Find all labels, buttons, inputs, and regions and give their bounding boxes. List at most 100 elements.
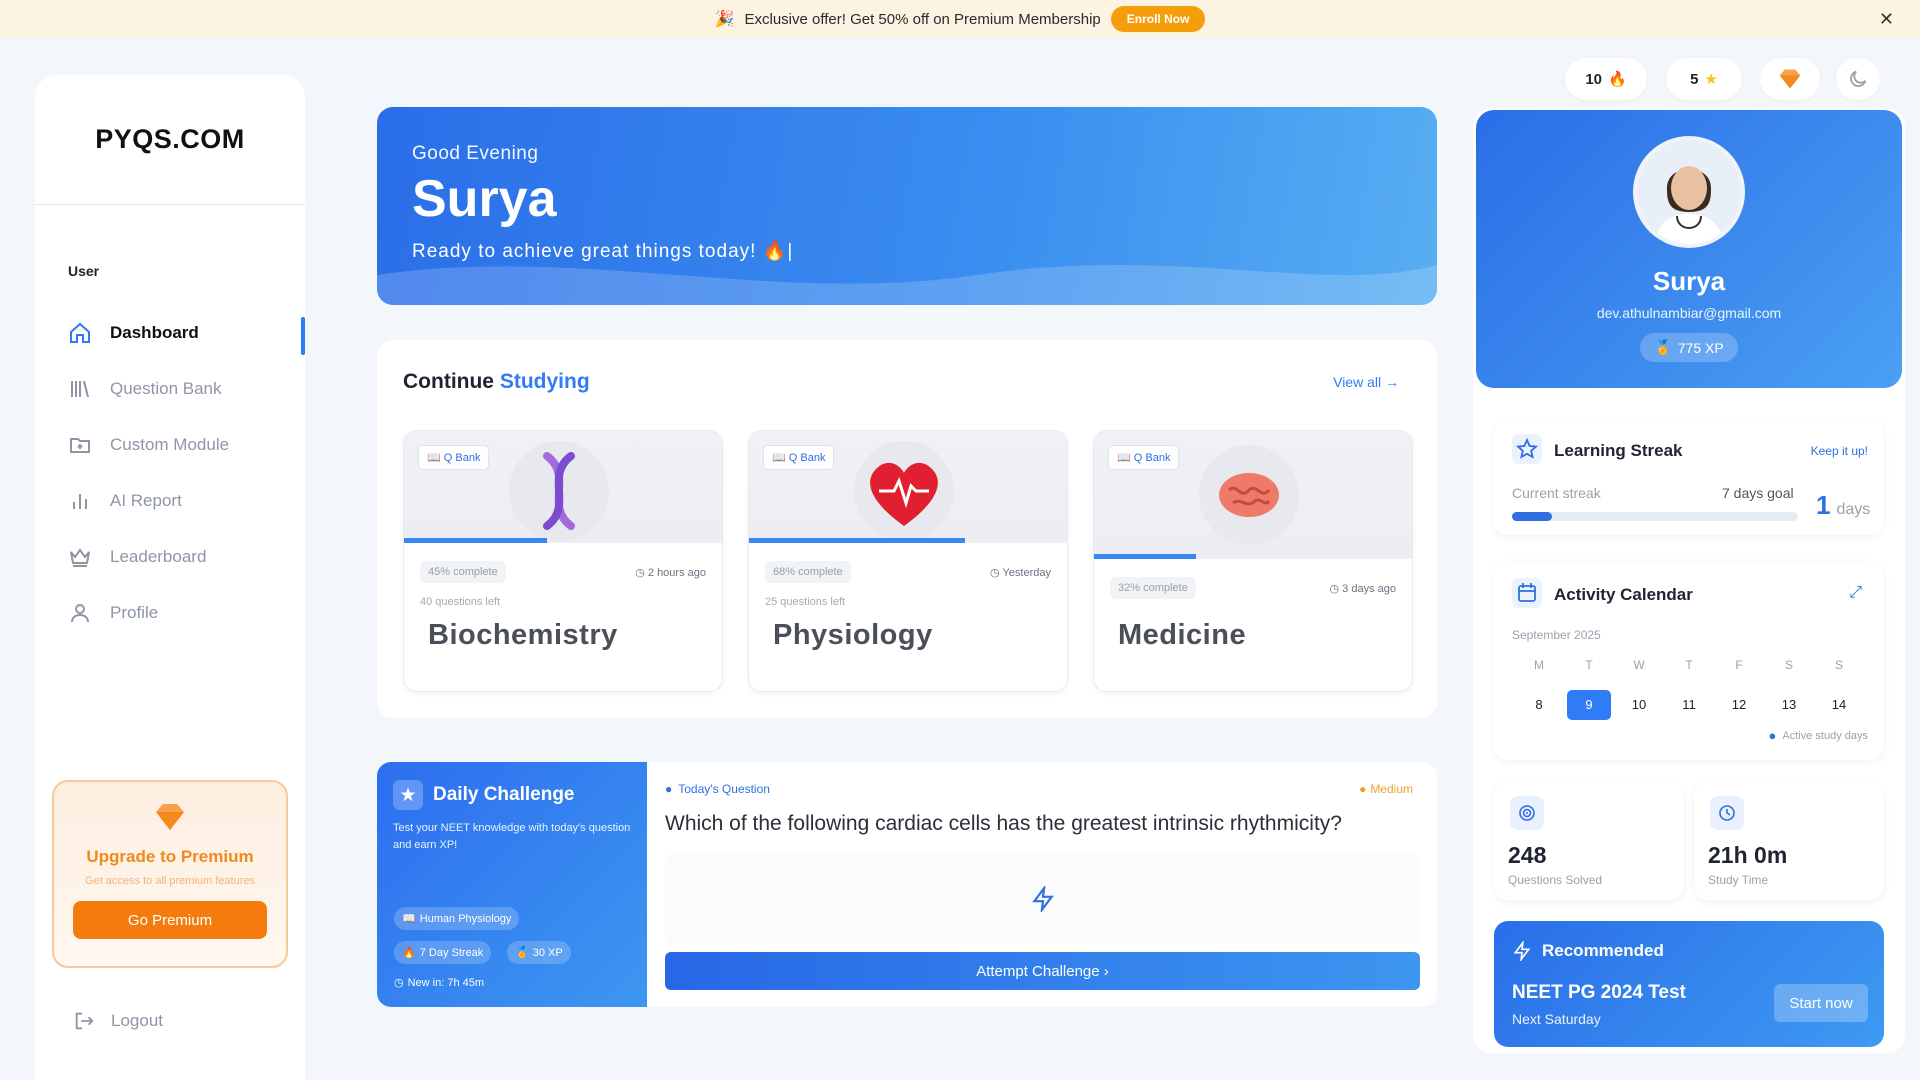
- last-studied: ◷ 3 days ago: [1330, 582, 1397, 595]
- calendar-day[interactable]: S 13: [1767, 658, 1811, 720]
- star-outline-icon: [1512, 434, 1542, 464]
- gem-icon: [1779, 69, 1801, 89]
- logout-label: Logout: [111, 1011, 163, 1030]
- profile-email: dev.athulnambiar@gmail.com: [1596, 305, 1782, 321]
- premium-gem-button[interactable]: [1760, 58, 1820, 100]
- questions-label: Questions Solved: [1508, 873, 1603, 887]
- keep-it-up: Keep it up!: [1810, 444, 1868, 458]
- premium-card: Upgrade to Premium Get access to all pre…: [52, 780, 288, 968]
- dot-icon: ●: [1768, 728, 1777, 743]
- last-studied: ◷ Yesterday: [990, 566, 1051, 579]
- streak-unit: days: [1836, 501, 1871, 518]
- calendar-day[interactable]: T 11: [1667, 658, 1711, 720]
- calendar-day[interactable]: S 14: [1817, 658, 1861, 720]
- recommended-title: NEET PG 2024 Test: [1512, 982, 1686, 1003]
- star-icon: ★: [393, 780, 423, 810]
- learning-streak-card: Learning Streak Keep it up! Current stre…: [1494, 420, 1884, 535]
- streak-progress-fill: [1512, 512, 1553, 521]
- tag-label: Q Bank: [443, 452, 481, 464]
- legend-label: Active study days: [1782, 729, 1868, 742]
- course-name: Physiology: [773, 619, 933, 651]
- recommended-heading: Recommended: [1512, 941, 1664, 961]
- logout-icon: [75, 1012, 94, 1030]
- library-icon: [71, 380, 89, 398]
- bar-chart-icon: [73, 494, 87, 509]
- topic-label: Human Physiology: [419, 912, 512, 925]
- study-time-card: 21h 0m Study Time: [1694, 782, 1884, 900]
- course-card-physiology[interactable]: 📖 Q Bank 68% complete ◷ Yesterday 25 que…: [748, 430, 1068, 692]
- target-icon: [1510, 796, 1544, 830]
- attempt-challenge-button[interactable]: Attempt Challenge ›: [665, 952, 1420, 990]
- home-icon: [70, 322, 90, 343]
- profile-card: Surya dev.athulnambiar@gmail.com 🏅 775 XP: [1476, 110, 1902, 388]
- progress-bar: [1094, 554, 1196, 559]
- user-name: Surya: [412, 170, 557, 228]
- questions-value: 248: [1508, 842, 1547, 868]
- challenge-question: Which of the following cardiac cells has…: [665, 812, 1342, 835]
- avatar-illustration: [1637, 140, 1741, 244]
- time-label: Yesterday: [1002, 567, 1051, 579]
- calendar-day[interactable]: F 12: [1717, 658, 1761, 720]
- star-counter[interactable]: 5 ★: [1666, 58, 1742, 100]
- greeting: Good Evening: [412, 143, 539, 164]
- book-icon: 📖: [427, 452, 441, 464]
- challenge-title-text: Daily Challenge: [433, 784, 575, 805]
- progress-label: 68% complete: [765, 561, 851, 583]
- sidebar-item-question-bank[interactable]: Question Bank: [35, 361, 305, 417]
- title-accent: Studying: [499, 370, 590, 393]
- title-text: Continue: [403, 370, 500, 393]
- start-now-button[interactable]: Start now: [1774, 984, 1868, 1022]
- course-card-biochemistry[interactable]: 📖 Q Bank 45% complete ◷ 2 hours ago 40 q…: [403, 430, 723, 692]
- xp-chip: 🏅 30 XP: [507, 941, 571, 964]
- time-label: 2 hours ago: [647, 567, 706, 579]
- logout-button[interactable]: Logout: [73, 1010, 163, 1032]
- calendar-week: M8 T9 W 10 T 11 F 12 S 13 S 14: [1494, 658, 1884, 720]
- close-icon[interactable]: ✕: [1879, 9, 1894, 30]
- calendar-title: Activity Calendar: [1554, 585, 1693, 604]
- day-letter: M: [1534, 658, 1544, 672]
- logo[interactable]: PYQS.COM: [35, 75, 305, 205]
- difficulty-label: Medium: [1370, 782, 1413, 796]
- topic-chip: 📖 Human Physiology: [394, 907, 520, 930]
- sidebar-item-ai-report[interactable]: AI Report: [35, 473, 305, 529]
- clock-icon: ◷: [990, 567, 1000, 579]
- xp-label: 30 XP: [532, 946, 563, 959]
- day-letter: S: [1784, 658, 1793, 672]
- enroll-now-button[interactable]: Enroll Now: [1110, 6, 1206, 32]
- sidebar-item-custom-module[interactable]: Custom Module: [35, 417, 305, 473]
- streak-count: 10: [1585, 70, 1602, 88]
- day-number: 10: [1631, 697, 1647, 712]
- book-icon: 📖: [1117, 452, 1131, 464]
- avatar[interactable]: [1633, 136, 1745, 248]
- sidebar-item-label: Profile: [110, 603, 159, 622]
- day-number: 9: [1567, 690, 1611, 720]
- calendar-day[interactable]: W 10: [1617, 658, 1661, 720]
- profile-name: Surya: [1652, 266, 1726, 296]
- timer-label: New in: 7h 45m: [407, 976, 485, 989]
- recommended-heading-text: Recommended: [1542, 941, 1664, 960]
- brain-icon: [1199, 445, 1299, 545]
- go-premium-button[interactable]: Go Premium: [73, 901, 267, 939]
- progress-bar: [404, 538, 548, 543]
- book-icon: 📖: [772, 452, 786, 464]
- progress-bar: [749, 538, 966, 543]
- sidebar-item-dashboard[interactable]: Dashboard: [35, 305, 305, 361]
- day-number: 12: [1731, 697, 1747, 712]
- view-all-link[interactable]: View all →: [1333, 374, 1399, 390]
- today-label: Today's Question: [678, 782, 770, 796]
- streak-counter[interactable]: 10 🔥: [1565, 58, 1647, 100]
- gem-icon: [156, 804, 184, 830]
- calendar-day[interactable]: M8: [1517, 658, 1561, 720]
- premium-title: Upgrade to Premium: [86, 847, 254, 866]
- challenge-info: ★ Daily Challenge Test your NEET knowled…: [377, 762, 647, 1007]
- qbank-tag: 📖 Q Bank: [418, 445, 490, 470]
- view-all-label: View all: [1333, 374, 1382, 390]
- star-icon: ★: [1704, 71, 1718, 88]
- calendar-day-today[interactable]: T9: [1567, 658, 1611, 720]
- dark-mode-toggle[interactable]: [1836, 58, 1880, 100]
- sidebar-item-leaderboard[interactable]: Leaderboard: [35, 529, 305, 585]
- qbank-tag: 📖 Q Bank: [763, 445, 835, 470]
- sidebar-item-profile[interactable]: Profile: [35, 585, 305, 641]
- course-card-medicine[interactable]: 📖 Q Bank 32% complete ◷ 3 days ago Medic…: [1093, 430, 1413, 692]
- expand-icon[interactable]: ⤢: [1849, 584, 1862, 602]
